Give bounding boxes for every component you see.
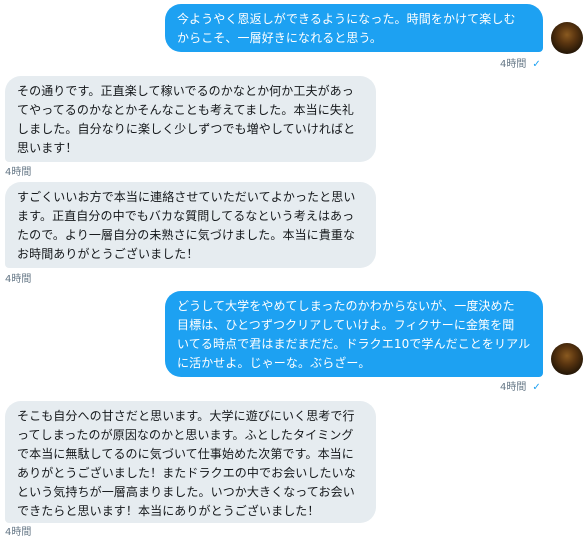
check-icon: ✓ (532, 59, 541, 70)
message-timestamp: 4時間 ✓ (500, 378, 541, 393)
timestamp-label: 4時間 (500, 382, 527, 393)
timestamp-label: 4時間 (5, 274, 32, 285)
message-timestamp: 4時間 (5, 163, 31, 178)
timestamp-label: 4時間 (500, 59, 527, 70)
avatar[interactable] (551, 22, 583, 54)
timestamp-label: 4時間 (5, 527, 32, 538)
message-bubble-outgoing[interactable]: どうして大学をやめてしまったのかわからないが、一度決めた 目標は、ひとつずつクリ… (165, 291, 543, 377)
message-timestamp: 4時間 ✓ (500, 55, 541, 70)
message-bubble-incoming[interactable]: その通りです。正直楽して稼いでるのかなとか何か工夫があっ てやってるのかなとかそ… (5, 76, 376, 162)
message-bubble-outgoing[interactable]: 今ようやく恩返しができるようになった。時間をかけて楽しむ からこそ、一層好きにな… (165, 4, 543, 52)
message-bubble-incoming[interactable]: そこも自分への甘さだと思います。大学に遊びにいく思考で行 ってしまったのが原因な… (5, 401, 376, 523)
timestamp-label: 4時間 (5, 167, 32, 178)
check-icon: ✓ (532, 382, 541, 393)
avatar[interactable] (551, 343, 583, 375)
message-bubble-incoming[interactable]: すごくいいお方で本当に連絡させていただいてよかったと思い ます。正直自分の中でも… (5, 182, 376, 268)
message-timestamp: 4時間 (5, 270, 31, 285)
message-timestamp: 4時間 (5, 523, 31, 538)
